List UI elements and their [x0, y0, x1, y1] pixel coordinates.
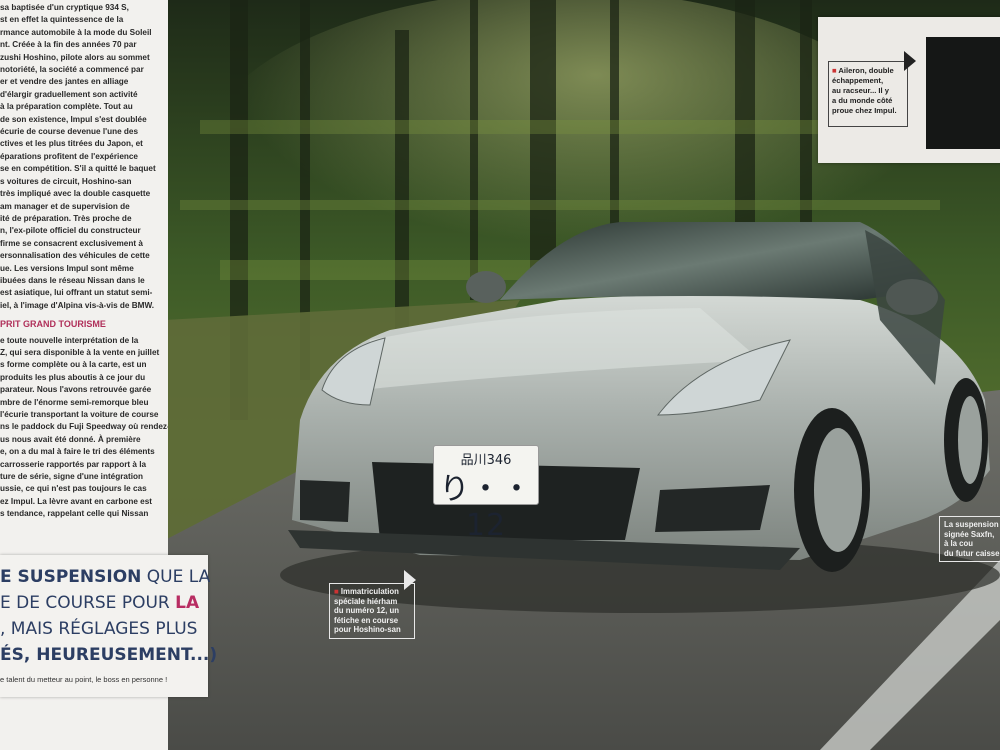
article-line: nt. Créée à la fin des années 70 par: [0, 40, 137, 50]
caption-line: a du monde côté: [832, 96, 893, 105]
caption-line: Immatriculation: [340, 587, 399, 596]
article-line: zushi Hoshino, pilote alors au sommet: [0, 52, 150, 62]
article-line: produits les plus aboutis à ce jour du: [0, 372, 146, 382]
pull-quote-line: E DE COURSE POUR LA: [0, 593, 199, 613]
caption-line: proue chez Impul.: [832, 106, 897, 115]
caption-line: spéciale hiérham: [334, 596, 398, 606]
inset-pointer-icon: [904, 51, 916, 71]
pull-quote-bold: E SUSPENSION: [0, 567, 142, 587]
plate-number-text: り・・12: [439, 472, 533, 543]
pull-quote-highlight: LA: [175, 593, 200, 613]
article-line: à la préparation complète. Tout au: [0, 102, 133, 112]
caption-pointer-icon: [404, 570, 416, 590]
caption-immatriculation: ■ Immatriculation spéciale hiérham du nu…: [329, 583, 415, 639]
article-line: ture de série, signe d'une intégration: [0, 472, 143, 482]
article-line: se en compétition. S'il a quitté le baqu…: [0, 164, 156, 174]
article-line: firme se consacrent exclusivement à: [0, 238, 143, 248]
article-line: ersonnalisation des véhicules de cette: [0, 251, 150, 261]
article-line: n, l'ex-pilote officiel du constructeur: [0, 226, 141, 236]
caption-line: pour Hoshino-san: [334, 625, 401, 635]
pull-quote-regular: QUE LA: [141, 567, 211, 587]
article-line: s voitures de circuit, Hoshino-san: [0, 176, 132, 186]
article-line: est asiatique, lui offrant un statut sem…: [0, 288, 153, 298]
caption-bullet: ■: [832, 66, 837, 75]
article-line: ibuées dans le réseau Nissan dans le: [0, 275, 145, 285]
caption-inset: ■ Aileron, double échappement, au racseu…: [828, 61, 908, 127]
caption-line: du futur caisse: [944, 548, 1000, 558]
article-line: ussie, ce qui n'est pas toujours le cas: [0, 484, 147, 494]
pull-quote-line: E SUSPENSION QUE LA: [0, 567, 210, 587]
article-line: rmance automobile à la mode du Soleil: [0, 27, 152, 37]
article-line: s tendance, rappelant celle qui Nissan: [0, 509, 149, 519]
license-plate: 品川346 り・・12: [433, 445, 539, 543]
article-line: ctives et les plus titrées du Japon, et: [0, 139, 143, 149]
article-line: e, on a du mal à faire le tri des élémen…: [0, 447, 155, 457]
article-subheading: PRIT GRAND TOURISME: [0, 319, 106, 330]
article-line: l'écurie transportant la voiture de cour…: [0, 410, 159, 419]
article-line: parateur. Nous l'avons retrouvée garée: [0, 385, 152, 395]
article-body-text: sa baptisée d'un cryptique 934 S, st en …: [0, 2, 168, 521]
article-line: ez Impul. La lèvre avant en carbone est: [0, 496, 152, 506]
magazine-spread: 品川346 り・・12 sa baptisée d'un cryptique 9…: [0, 0, 1000, 750]
caption-line: fétiche en course: [334, 615, 399, 625]
pull-quote-caption: e talent du metteur au point, le boss en…: [0, 675, 168, 684]
article-line: d'élargir graduellement son activité: [0, 89, 138, 99]
caption-line: signée Saxfn,: [944, 529, 995, 539]
article-line: us nous avait été donné. À première: [0, 434, 141, 444]
article-line: s forme complète ou à la carte, est un: [0, 360, 147, 370]
caption-line: Aileron, double: [838, 66, 894, 75]
caption-line: échappement,: [832, 76, 884, 85]
article-line: sa baptisée d'un cryptique 934 S,: [0, 3, 129, 12]
article-line: éparations profitent de l'expérience: [0, 151, 138, 161]
article-line: am manager et de supervision de: [0, 201, 130, 211]
caption-line: La suspension: [944, 520, 999, 529]
article-line: st en effet la quintessence de la: [0, 15, 124, 25]
caption-line: du numéro 12, un: [334, 606, 399, 616]
article-line: ns le paddock du Fuji Speedway où rendez…: [0, 422, 168, 432]
article-line: très impliqué avec la double casquette: [0, 189, 151, 199]
inset-photo: [926, 37, 1000, 149]
article-line: de son existence, Impul s'est doublée: [0, 114, 147, 124]
article-line: notoriété, la société a commencé par: [0, 65, 144, 75]
caption-line: à la cou: [944, 539, 974, 549]
caption-bullet: ■: [334, 587, 339, 596]
article-line: mbre de l'énorme semi-remorque bleu: [0, 397, 149, 407]
article-line: ité de préparation. Très proche de: [0, 213, 132, 223]
pull-quote-line: , MAIS RÉGLAGES PLUS: [0, 619, 198, 639]
article-line: carrosserie rapportés par rapport à la: [0, 459, 147, 469]
article-line: écurie de course devenue l'une des: [0, 127, 139, 137]
pull-quote-regular: E DE COURSE POUR: [0, 593, 176, 613]
article-line: Z, qui sera disponible à la vente en jui…: [0, 347, 160, 357]
pull-quote: E SUSPENSION QUE LA E DE COURSE POUR LA …: [0, 555, 217, 697]
caption-suspension: La suspension signée Saxfn, à la cou du …: [939, 516, 1000, 563]
article-line: ue. Les versions Impul sont même: [0, 263, 134, 273]
article-line: er et vendre des jantes en alliage: [0, 77, 129, 87]
caption-line: au racseur... Il y: [832, 86, 889, 95]
inset-panel: ■ Aileron, double échappement, au racseu…: [818, 17, 1000, 163]
pull-quote-line: ÉS, HEUREUSEMENT...): [0, 645, 218, 665]
article-line: e toute nouvelle interprétation de la: [0, 335, 139, 345]
article-line: iel, à l'image d'Alpina vis-à-vis de BMW…: [0, 300, 155, 310]
